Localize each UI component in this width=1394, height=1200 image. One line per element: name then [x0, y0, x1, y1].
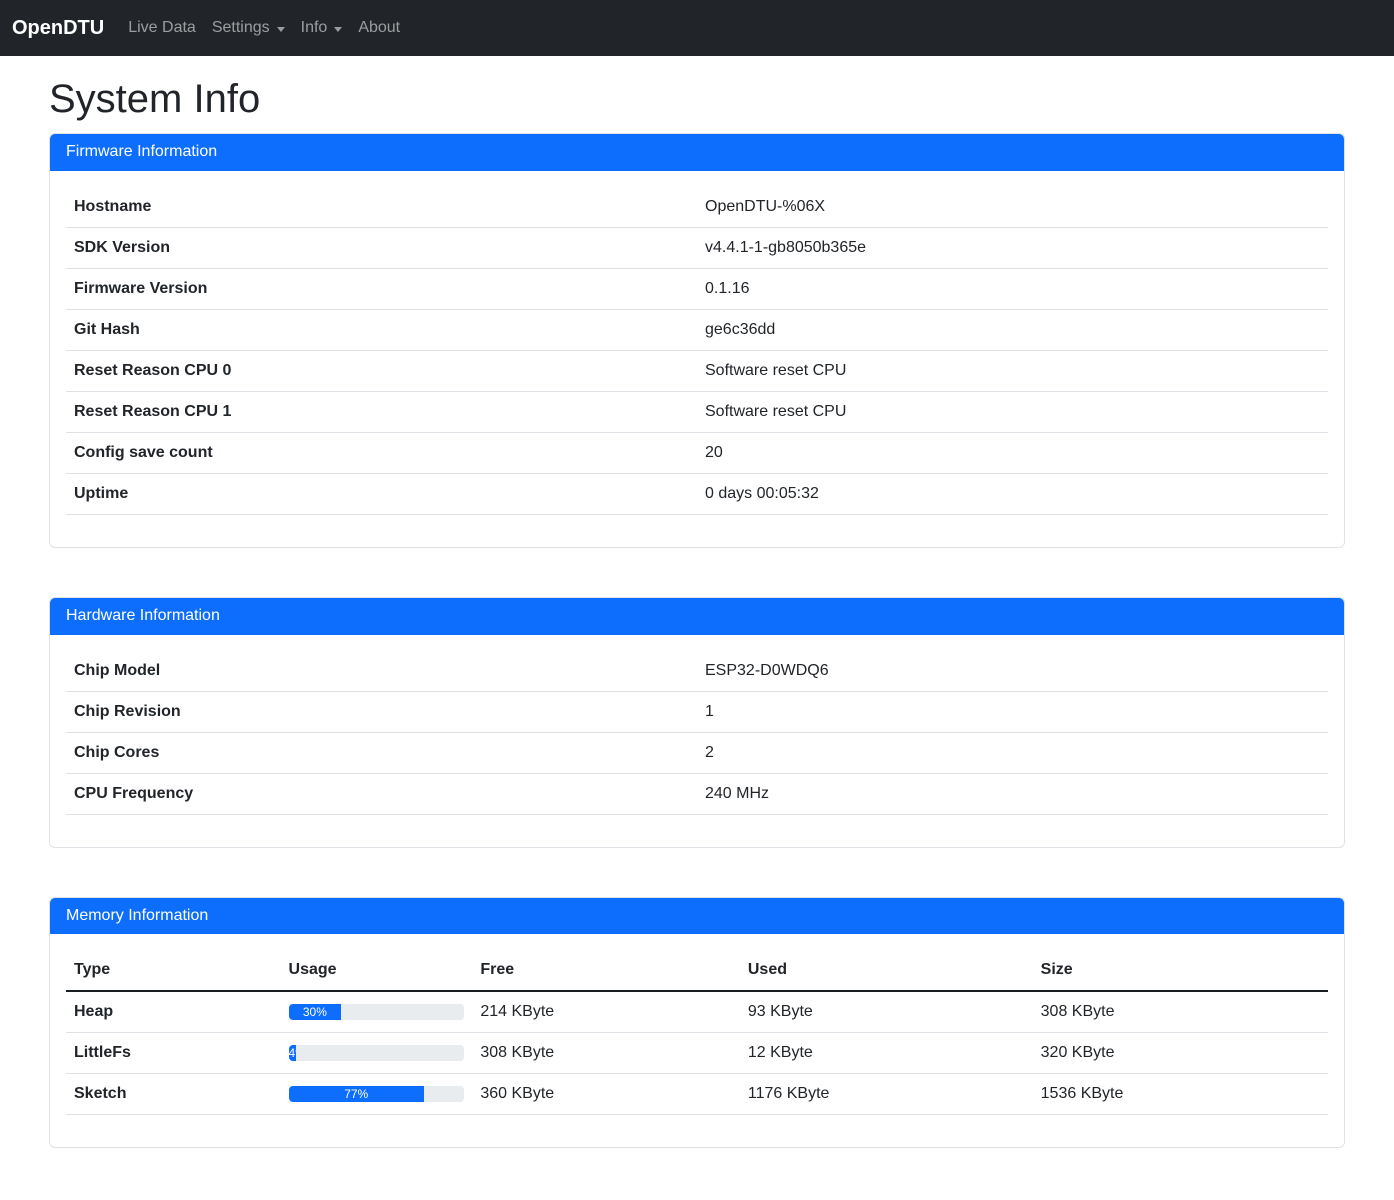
usage-progress-bar: 77% [289, 1086, 424, 1102]
column-header-free: Free [472, 950, 740, 991]
memory-size-value: 1536 KByte [1033, 1074, 1328, 1115]
row-label: Reset Reason CPU 1 [66, 391, 697, 432]
row-value: ge6c36dd [697, 309, 1328, 350]
memory-information-card: Memory Information Type Usage Free Used [49, 897, 1345, 1149]
table-row: Reset Reason CPU 1 Software reset CPU [66, 391, 1328, 432]
memory-used-value: 1176 KByte [740, 1074, 1033, 1115]
firmware-information-card: Firmware Information Hostname OpenDTU-%0… [49, 133, 1345, 548]
memory-usage-cell: 77% [281, 1074, 473, 1115]
firmware-card-header: Firmware Information [50, 134, 1344, 171]
row-value: 240 MHz [697, 773, 1328, 814]
table-row: Chip Revision 1 [66, 691, 1328, 732]
table-row: CPU Frequency 240 MHz [66, 773, 1328, 814]
table-row: Git Hash ge6c36dd [66, 309, 1328, 350]
memory-usage-cell: 4% [281, 1033, 473, 1074]
row-value: ESP32-D0WDQ6 [697, 651, 1328, 692]
table-row: Hostname OpenDTU-%06X [66, 187, 1328, 228]
memory-used-value: 93 KByte [740, 991, 1033, 1033]
usage-progress-track: 30% [289, 1004, 465, 1020]
row-value: v4.4.1-1-gb8050b365e [697, 227, 1328, 268]
row-value: Software reset CPU [697, 350, 1328, 391]
table-row: LittleFs 4% 308 KByte 12 KByte 320 KByte [66, 1033, 1328, 1074]
usage-progress-bar: 4% [289, 1045, 296, 1061]
nav-item-about[interactable]: About [350, 11, 408, 45]
usage-progress-bar: 30% [289, 1004, 342, 1020]
column-header-size: Size [1033, 950, 1328, 991]
row-value: 1 [697, 691, 1328, 732]
memory-table: Type Usage Free Used Size Heap 30% [66, 950, 1328, 1115]
memory-card-header: Memory Information [50, 898, 1344, 935]
chevron-down-icon [277, 27, 285, 32]
memory-size-value: 308 KByte [1033, 991, 1328, 1033]
row-value: Software reset CPU [697, 391, 1328, 432]
hardware-table: Chip Model ESP32-D0WDQ6 Chip Revision 1 … [66, 651, 1328, 815]
hardware-information-card: Hardware Information Chip Model ESP32-D0… [49, 597, 1345, 848]
row-label: Uptime [66, 473, 697, 514]
row-value: 20 [697, 432, 1328, 473]
row-label: Chip Revision [66, 691, 697, 732]
row-label: Reset Reason CPU 0 [66, 350, 697, 391]
nav-item-label: Live Data [128, 19, 196, 37]
row-value: OpenDTU-%06X [697, 187, 1328, 228]
navbar-brand[interactable]: OpenDTU [12, 17, 104, 40]
chevron-down-icon [334, 27, 342, 32]
memory-free-value: 308 KByte [472, 1033, 740, 1074]
firmware-card-body: Hostname OpenDTU-%06X SDK Version v4.4.1… [50, 171, 1344, 547]
memory-type-label: LittleFs [66, 1033, 281, 1074]
usage-progress-track: 77% [289, 1086, 465, 1102]
row-label: CPU Frequency [66, 773, 697, 814]
row-label: Chip Cores [66, 732, 697, 773]
column-header-type: Type [66, 950, 281, 991]
table-row: Uptime 0 days 00:05:32 [66, 473, 1328, 514]
table-row: Chip Cores 2 [66, 732, 1328, 773]
navbar-menu: Live Data Settings Info About [120, 11, 408, 45]
nav-item-label: About [358, 19, 400, 37]
memory-free-value: 214 KByte [472, 991, 740, 1033]
table-row: Config save count 20 [66, 432, 1328, 473]
table-row: Chip Model ESP32-D0WDQ6 [66, 651, 1328, 692]
table-row: SDK Version v4.4.1-1-gb8050b365e [66, 227, 1328, 268]
nav-item-live-data[interactable]: Live Data [120, 11, 204, 45]
row-value: 2 [697, 732, 1328, 773]
memory-card-body: Type Usage Free Used Size Heap 30% [50, 934, 1344, 1147]
memory-used-value: 12 KByte [740, 1033, 1033, 1074]
row-label: Config save count [66, 432, 697, 473]
row-label: Git Hash [66, 309, 697, 350]
page-title: System Info [49, 75, 1345, 123]
row-value: 0.1.16 [697, 268, 1328, 309]
row-label: SDK Version [66, 227, 697, 268]
row-label: Hostname [66, 187, 697, 228]
navbar: OpenDTU Live Data Settings Info About [0, 0, 1394, 56]
column-header-used: Used [740, 950, 1033, 991]
memory-free-value: 360 KByte [472, 1074, 740, 1115]
row-label: Chip Model [66, 651, 697, 692]
hardware-card-body: Chip Model ESP32-D0WDQ6 Chip Revision 1 … [50, 635, 1344, 847]
usage-progress-track: 4% [289, 1045, 465, 1061]
nav-item-settings[interactable]: Settings [204, 11, 293, 45]
column-header-usage: Usage [281, 950, 473, 991]
row-label: Firmware Version [66, 268, 697, 309]
memory-size-value: 320 KByte [1033, 1033, 1328, 1074]
memory-usage-cell: 30% [281, 991, 473, 1033]
hardware-card-header: Hardware Information [50, 598, 1344, 635]
nav-item-label: Settings [212, 19, 270, 37]
firmware-table: Hostname OpenDTU-%06X SDK Version v4.4.1… [66, 187, 1328, 515]
nav-item-label: Info [301, 19, 328, 37]
nav-item-info[interactable]: Info [293, 11, 351, 45]
memory-table-header-row: Type Usage Free Used Size [66, 950, 1328, 991]
memory-type-label: Sketch [66, 1074, 281, 1115]
table-row: Sketch 77% 360 KByte 1176 KByte 1536 KBy… [66, 1074, 1328, 1115]
table-row: Reset Reason CPU 0 Software reset CPU [66, 350, 1328, 391]
table-row: Firmware Version 0.1.16 [66, 268, 1328, 309]
row-value: 0 days 00:05:32 [697, 473, 1328, 514]
memory-type-label: Heap [66, 991, 281, 1033]
table-row: Heap 30% 214 KByte 93 KByte 308 KByte [66, 991, 1328, 1033]
main-content: System Info Firmware Information Hostnam… [37, 75, 1357, 1148]
